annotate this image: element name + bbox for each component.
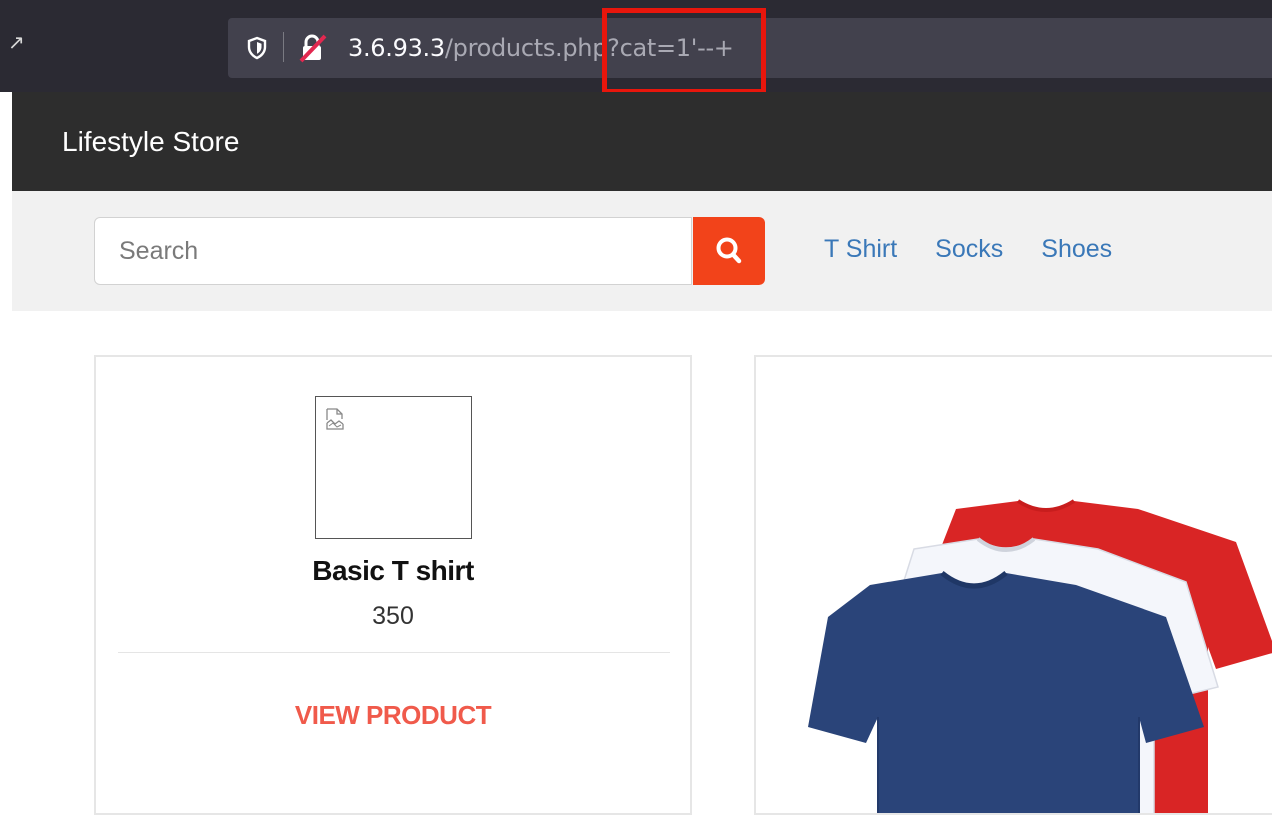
insecure-lock-icon[interactable] <box>297 33 329 63</box>
product-name: Basic T shirt <box>312 555 474 586</box>
open-external-icon[interactable]: ↗ <box>8 30 25 54</box>
shield-icon[interactable] <box>246 36 268 60</box>
search-icon <box>716 237 742 264</box>
browser-toolbar: ↗ 3.6.93.3/products.php?cat=1'--+ <box>0 0 1272 94</box>
broken-image-icon <box>326 408 344 430</box>
search-button[interactable] <box>693 217 765 285</box>
category-link-tshirt[interactable]: T Shirt <box>824 235 897 264</box>
url-host: 3.6.93.3 <box>348 34 445 62</box>
product-card <box>754 355 1272 815</box>
category-link-shoes[interactable]: Shoes <box>1041 235 1112 264</box>
view-product-link[interactable]: VIEW PRODUCT <box>96 700 690 731</box>
annotation-highlight-box <box>602 8 766 94</box>
product-card: Basic T shirt 350 VIEW PRODUCT <box>94 355 692 815</box>
product-price: 350 <box>372 602 414 630</box>
site-navbar: Lifestyle Store <box>12 92 1272 191</box>
category-links: T Shirt Socks Shoes <box>824 235 1112 264</box>
category-link-socks[interactable]: Socks <box>935 235 1003 264</box>
tshirts-image[interactable] <box>806 497 1272 815</box>
card-divider <box>118 652 670 653</box>
search-band: T Shirt Socks Shoes <box>12 191 1272 311</box>
address-separator <box>283 32 284 62</box>
product-image-placeholder[interactable] <box>315 396 472 539</box>
brand-logo-text[interactable]: Lifestyle Store <box>62 126 239 158</box>
search-input[interactable] <box>94 217 692 285</box>
